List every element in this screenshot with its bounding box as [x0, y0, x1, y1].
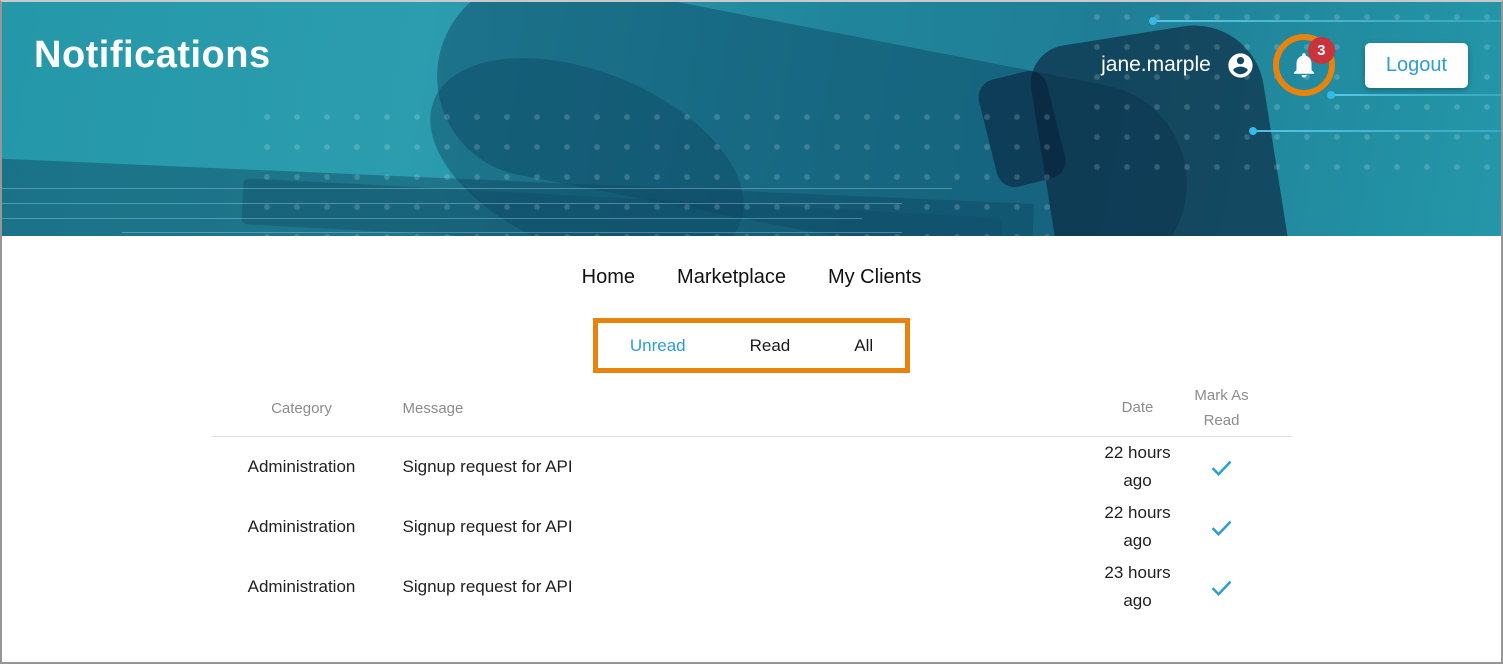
mark-as-read-button[interactable] [1206, 452, 1237, 483]
mark-as-read-button[interactable] [1206, 512, 1237, 543]
annotation-highlight-rectangle: Unread Read All [593, 318, 910, 373]
photo-laptop-shape [2, 156, 1034, 236]
logout-button[interactable]: Logout [1365, 43, 1468, 88]
check-icon [1208, 514, 1235, 541]
column-header-mark-as-read: Mark As Read [1180, 384, 1264, 434]
table-row: Administration Signup request for API 22… [212, 437, 1292, 497]
tab-unread[interactable]: Unread [622, 335, 694, 356]
mark-as-read-button[interactable] [1206, 572, 1237, 603]
header-user-area: jane.marple 3 Logout [1101, 2, 1468, 128]
username: jane.marple [1101, 53, 1211, 77]
circuit-line [122, 232, 902, 233]
table-row: Administration Signup request for API 22… [212, 497, 1292, 557]
circuit-line [2, 188, 952, 189]
circuit-line [1254, 130, 1501, 132]
check-icon [1208, 454, 1235, 481]
cell-category: Administration [212, 517, 392, 537]
cell-message: Signup request for API [392, 457, 1096, 477]
circuit-line [2, 218, 862, 219]
notifications-page: Notifications jane.marple 3 Logout Home … [0, 0, 1503, 664]
column-header-message: Message [392, 400, 1096, 417]
cell-date: 22 hours ago [1096, 439, 1180, 495]
cell-date: 22 hours ago [1096, 499, 1180, 555]
column-header-date: Date [1096, 396, 1180, 421]
notification-count-badge: 3 [1308, 37, 1335, 64]
tabs-row: Unread Read All [2, 318, 1501, 373]
nav-item-my-clients[interactable]: My Clients [828, 264, 921, 290]
primary-nav: Home Marketplace My Clients [2, 264, 1501, 290]
cell-message: Signup request for API [392, 517, 1096, 537]
table-header-row: Category Message Date Mark As Read [212, 381, 1292, 437]
circuit-line [2, 203, 902, 204]
cell-category: Administration [212, 457, 392, 477]
tab-all[interactable]: All [846, 335, 881, 356]
notifications-table: Category Message Date Mark As Read Admin… [212, 381, 1292, 617]
page-title: Notifications [34, 34, 271, 77]
check-icon [1208, 574, 1235, 601]
account-circle-icon[interactable] [1226, 51, 1255, 80]
table-row: Administration Signup request for API 23… [212, 557, 1292, 617]
photo-watch-shape [975, 67, 1070, 191]
dot-pattern [252, 102, 1052, 236]
cell-message: Signup request for API [392, 577, 1096, 597]
photo-keyboard-shape [241, 178, 1002, 236]
column-header-category: Category [212, 400, 392, 417]
cell-category: Administration [212, 577, 392, 597]
tab-read[interactable]: Read [742, 335, 799, 356]
notifications-bell-button[interactable]: 3 [1289, 50, 1319, 80]
nav-item-home[interactable]: Home [582, 264, 635, 290]
cell-date: 23 hours ago [1096, 559, 1180, 615]
photo-arm-shape [420, 2, 1204, 236]
nav-item-marketplace[interactable]: Marketplace [677, 264, 786, 290]
header-banner: Notifications jane.marple 3 Logout [2, 2, 1501, 236]
main-content: Home Marketplace My Clients Unread Read … [2, 236, 1501, 617]
